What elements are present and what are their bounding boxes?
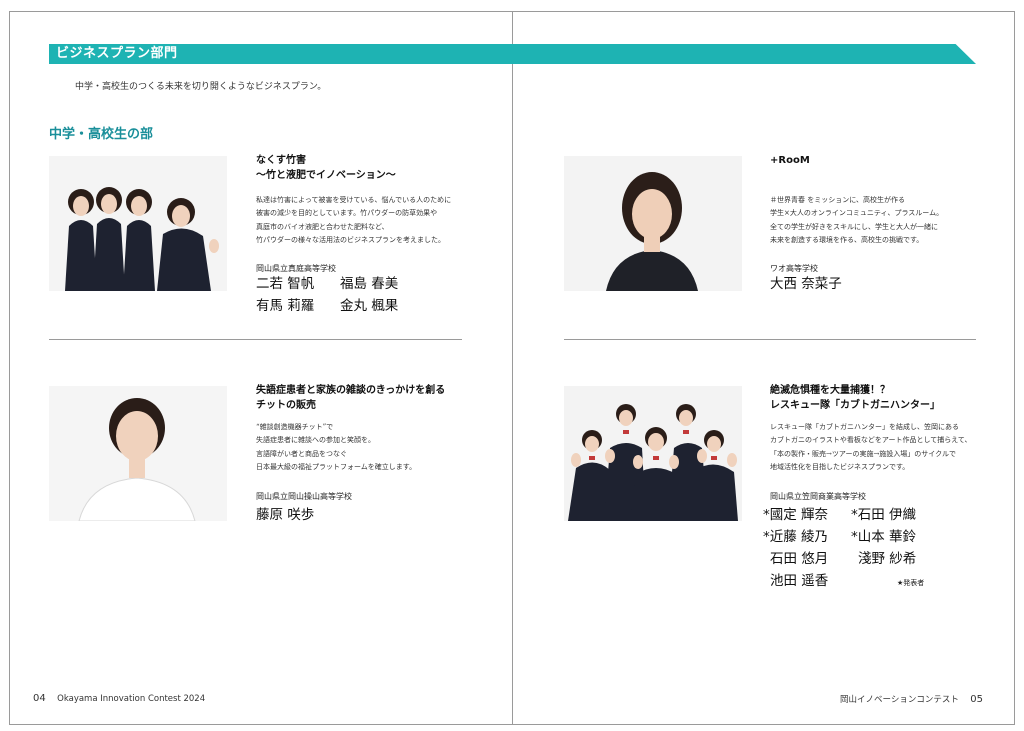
entry-3-desc-line: 日本最大級の福祉プラットフォームを確立します。 xyxy=(256,462,417,471)
entry-4-desc-line: 「本の製作・販売→ツアーの実施→施設入場」のサイクルで xyxy=(770,449,956,458)
member-name: *石田 伊織 xyxy=(851,507,917,523)
entry-divider-right xyxy=(564,339,976,340)
entry-3-title: 失語症患者と家族の雑談のきっかけを創る チットの販売 xyxy=(256,383,445,413)
presenter-footnote: ★発表者 xyxy=(897,579,925,587)
entry-4-desc-line: カブトガニのイラストや看板などをアート作品として捕らえて、 xyxy=(770,436,972,445)
member-name: *山本 華鈴 xyxy=(851,529,917,545)
member-name: *國定 輝奈 xyxy=(763,507,829,523)
member-name: 金丸 楓果 xyxy=(340,298,399,314)
member-row: 二若 智帆 福島 春美 xyxy=(256,273,398,295)
category-title: ビジネスプラン部門 xyxy=(56,46,178,61)
entry-3-desc-line: 言語障がい者と商品をつなぐ xyxy=(256,449,347,458)
entry-4-members: *國定 輝奈 *石田 伊織 *近藤 綾乃 *山本 華鈴 石田 悠月 淺野 紗希 池田 … xyxy=(763,504,916,592)
entry-2-title: +RooM xyxy=(770,153,810,168)
member-row: 池田 遥香 xyxy=(763,570,916,592)
entry-4-title: 絶滅危惧種を大量捕獲！？ レスキュー隊「カブトガニハンター」 xyxy=(770,383,940,413)
entry-3-description: “雑談創造機器チット”で 失語症患者に雑談への参加と笑顔を。 言語障がい者と商品… xyxy=(256,421,416,474)
member-name: 藤原 咲歩 xyxy=(256,507,315,523)
entry-2-desc-line: 学生×大人のオンラインコミュニティ、プラスルーム。 xyxy=(770,209,944,218)
member-name: 淺野 紗希 xyxy=(858,551,917,567)
entry-4-description: レスキュー隊「カブトガニハンター」を結成し、笠岡にある カブトガニのイラストや看… xyxy=(770,421,972,474)
entry-1-title: なくす竹害 〜竹と液肥でイノベーション〜 xyxy=(256,153,396,183)
group-photo-icon xyxy=(564,386,742,521)
entry-3-desc-line: “雑談創造機器チット”で xyxy=(256,423,334,431)
member-row: 石田 悠月 淺野 紗希 xyxy=(763,548,916,570)
entry-1-title-line: なくす竹害 xyxy=(256,155,306,166)
entry-4-desc-line: 地域活性化を目指したビジネスプランです。 xyxy=(770,462,910,471)
entry-3-members: 藤原 咲歩 xyxy=(256,504,314,526)
entry-2-members: 大西 奈菜子 xyxy=(770,273,842,295)
entry-3-title-line: 失語症患者と家族の雑談のきっかけを創る xyxy=(256,385,446,396)
entry-divider-left xyxy=(49,339,462,340)
entry-1-desc-line: 被害の減少を目的としています。竹パウダーの防草効果や xyxy=(256,209,438,218)
entry-2-desc-line: ＃世界青春 をミッションに、高校生が作る xyxy=(770,196,906,204)
entry-2-desc-line: 全ての学生が好きをスキルにし、学生と大人が一緒に xyxy=(770,222,938,231)
member-name: 有馬 莉羅 xyxy=(256,298,315,314)
entry-4-school: 岡山県立笠岡商業高等学校 xyxy=(770,492,866,501)
group-photo-icon xyxy=(49,156,227,291)
footer-right: 岡山イノベーションコンテスト 05 xyxy=(840,693,983,705)
entry-2-description: ＃世界青春 をミッションに、高校生が作る 学生×大人のオンラインコミュニティ、プ… xyxy=(770,194,943,247)
category-banner xyxy=(49,44,976,64)
member-name: 池田 遥香 xyxy=(770,573,829,589)
entry-1-title-line: 〜竹と液肥でイノベーション〜 xyxy=(256,170,396,181)
entry-3-desc-line: 失語症患者に雑談への参加と笑顔を。 xyxy=(256,436,375,445)
member-row: 大西 奈菜子 xyxy=(770,273,842,295)
lead-text: 中学・高校生のつくる未来を切り開くようなビジネスプラン。 xyxy=(75,82,327,92)
portrait-photo-icon xyxy=(49,386,227,521)
entry-2-title-line: +RooM xyxy=(770,155,810,166)
entry-4-title-line: 絶滅危惧種を大量捕獲！？ xyxy=(770,385,890,396)
member-name: 大西 奈菜子 xyxy=(770,276,842,292)
member-name: 二若 智帆 xyxy=(256,276,315,292)
entry-4-title-line: レスキュー隊「カブトガニハンター」 xyxy=(770,400,940,411)
entry-1-desc-line: 竹パウダーの様々な活用法のビジネスプランを考えました。 xyxy=(256,235,445,244)
page-number-left: 04 xyxy=(33,693,46,704)
entry-4-desc-line: レスキュー隊「カブトガニハンター」を結成し、笠岡にある xyxy=(770,423,959,431)
footer-left: 04 Okayama Innovation Contest 2024 xyxy=(33,693,205,704)
entry-2-desc-line: 未来を創造する環境を作る、高校生の挑戦です。 xyxy=(770,235,924,244)
portrait-photo-icon xyxy=(564,156,742,291)
entry-3-school: 岡山県立岡山操山高等学校 xyxy=(256,492,352,501)
member-row: *國定 輝奈 *石田 伊織 xyxy=(763,504,916,526)
member-name: 石田 悠月 xyxy=(770,551,829,567)
footer-right-text: 岡山イノベーションコンテスト xyxy=(840,695,959,705)
entry-3-title-line: チットの販売 xyxy=(256,400,316,411)
entry-1-desc-line: 真庭市のバイオ液肥と合わせた肥料など、 xyxy=(256,222,389,231)
page-fold-line xyxy=(512,11,513,725)
entry-1-members: 二若 智帆 福島 春美 有馬 莉羅 金丸 楓果 xyxy=(256,273,398,317)
member-name: *近藤 綾乃 xyxy=(763,529,829,545)
entry-1-desc-line: 私達は竹害によって被害を受けている、悩んでいる人のために xyxy=(256,196,452,204)
member-row: *近藤 綾乃 *山本 華鈴 xyxy=(763,526,916,548)
section-title: 中学・高校生の部 xyxy=(49,127,154,142)
member-name: 福島 春美 xyxy=(340,276,399,292)
footer-left-text: Okayama Innovation Contest 2024 xyxy=(57,694,206,704)
member-row: 有馬 莉羅 金丸 楓果 xyxy=(256,295,398,317)
member-row: 藤原 咲歩 xyxy=(256,504,314,526)
page-number-right: 05 xyxy=(970,694,983,705)
entry-1-description: 私達は竹害によって被害を受けている、悩んでいる人のために 被害の減少を目的として… xyxy=(256,194,451,247)
